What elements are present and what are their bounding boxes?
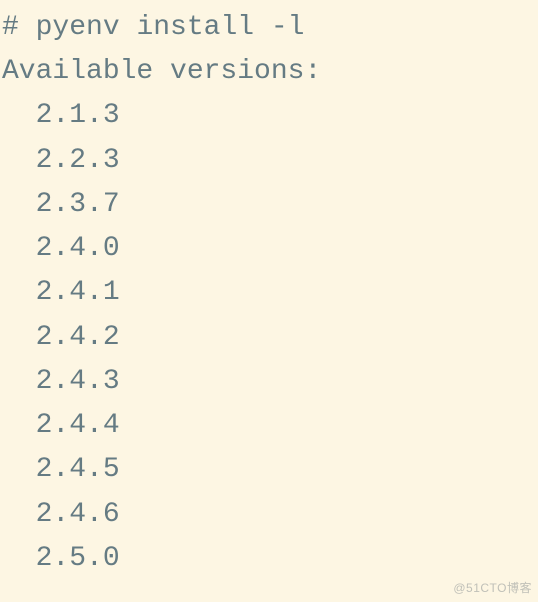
- version-text: 2.4.1: [36, 277, 120, 308]
- version-text: 2.4.5: [36, 454, 120, 485]
- watermark-text: @51CTO博客: [453, 579, 532, 598]
- version-text: 2.5.0: [36, 543, 120, 574]
- version-item: 2.4.5: [0, 448, 538, 492]
- version-text: 2.3.7: [36, 189, 120, 220]
- version-item: 2.3.7: [0, 183, 538, 227]
- command-text: pyenv install -l: [36, 12, 305, 43]
- terminal-output: # pyenv install -l Available versions: 2…: [0, 6, 538, 602]
- version-item: 2.5.0: [0, 537, 538, 581]
- output-header: Available versions:: [0, 50, 538, 94]
- version-text: 2.4.3: [36, 366, 120, 397]
- version-item: 2.4.0: [0, 227, 538, 271]
- command-line: # pyenv install -l: [0, 6, 538, 50]
- version-text: 2.4.6: [36, 499, 120, 530]
- version-item: 2.4.6: [0, 493, 538, 537]
- version-item: 2.1.3: [0, 94, 538, 138]
- version-text: 2.1.3: [36, 100, 120, 131]
- version-text: 2.4.4: [36, 410, 120, 441]
- version-item: 2.4.1: [0, 271, 538, 315]
- version-text: 2.2.3: [36, 145, 120, 176]
- version-item: 2.4.3: [0, 360, 538, 404]
- version-text: 2.4.0: [36, 233, 120, 264]
- prompt-char: #: [2, 12, 19, 43]
- version-item: 2.4.4: [0, 404, 538, 448]
- version-item: 2.4.2: [0, 316, 538, 360]
- version-item: 2.2.3: [0, 139, 538, 183]
- version-text: 2.4.2: [36, 322, 120, 353]
